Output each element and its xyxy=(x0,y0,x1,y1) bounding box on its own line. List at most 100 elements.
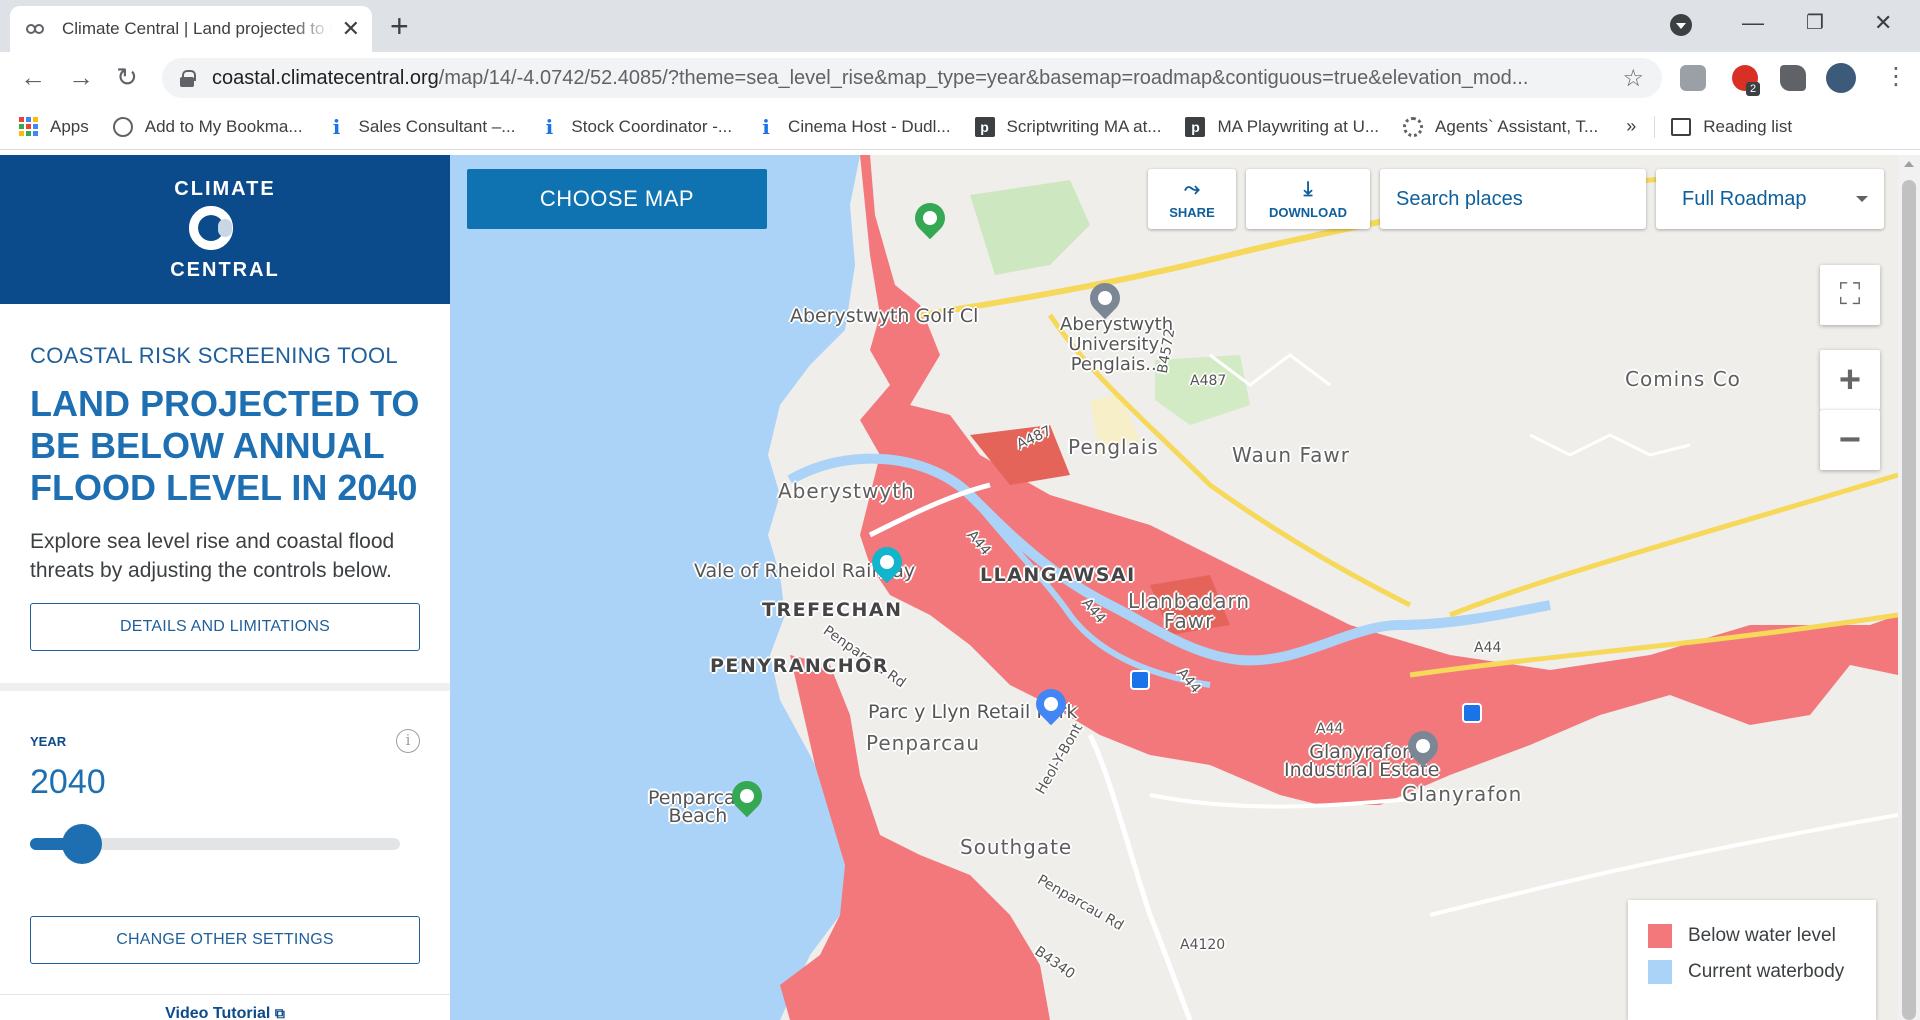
map-label-a44-5: A44 xyxy=(1316,721,1344,737)
page-title: LAND PROJECTED TO BE BELOW ANNUAL FLOOD … xyxy=(30,383,420,508)
bookmark-cinema-host[interactable]: ⅰ Cinema Host - Dudl... xyxy=(756,114,950,139)
browser-tab[interactable]: Climate Central | Land projected to be b… xyxy=(10,6,372,52)
map-label-a4120: A4120 xyxy=(1180,937,1226,953)
reading-list-icon xyxy=(1671,117,1692,136)
url-text[interactable]: coastal.climatecentral.org/map/14/-4.074… xyxy=(212,67,1606,90)
map-label-penglais: Penglais xyxy=(1068,435,1159,459)
basemap-select[interactable]: Full Roadmap xyxy=(1656,169,1884,229)
apps-grid-icon xyxy=(18,116,38,137)
map-label-penparcau: Penparcau xyxy=(866,731,980,755)
map-label-llangawsai: LLANGAWSAI xyxy=(980,564,1136,586)
intro-text: Explore sea level rise and coastal flood… xyxy=(30,530,395,582)
close-window-icon[interactable]: ✕ xyxy=(1874,10,1892,36)
share-icon: ⤳ xyxy=(1184,178,1200,200)
extension-badge: 2 xyxy=(1746,82,1761,96)
tool-label: COASTAL RISK SCREENING TOOL xyxy=(30,343,398,368)
new-tab-button[interactable]: + xyxy=(390,8,409,45)
brand-word-bottom: CENTRAL xyxy=(170,258,280,281)
legend-swatch xyxy=(1648,960,1672,984)
bookmarks-overflow-button[interactable]: » xyxy=(1626,116,1636,137)
logo-rings-icon xyxy=(189,205,261,254)
train-station-icon[interactable] xyxy=(1462,703,1482,723)
info-icon[interactable]: i xyxy=(396,729,420,753)
map-label-comins-coch: Comins Co xyxy=(1625,367,1741,391)
map-basemap xyxy=(450,155,1898,1020)
map-label-glanyrafon: Glanyrafon xyxy=(1402,782,1523,806)
p-icon: p xyxy=(974,116,995,137)
sidebar: CLIMATE CENTRAL COASTAL RISK SCREENING T… xyxy=(0,155,450,1020)
map-legend: Below water level Current waterbody xyxy=(1628,900,1876,1020)
menu-kebab-icon[interactable]: ⋮ xyxy=(1884,62,1908,91)
video-tutorial-link[interactable]: Video Tutorial ⧉ xyxy=(0,1005,450,1020)
bookmarks-bar: Apps Add to My Bookma... ⅰ Sales Consult… xyxy=(0,104,1920,150)
ring-icon xyxy=(1403,116,1424,137)
fullscreen-icon: ⛶ xyxy=(1839,278,1861,311)
tab-close-icon[interactable]: ✕ xyxy=(342,16,360,42)
year-slider[interactable] xyxy=(30,824,400,864)
section-divider xyxy=(0,683,450,691)
minimize-icon[interactable]: — xyxy=(1742,10,1764,36)
reload-icon[interactable]: ↻ xyxy=(116,62,138,93)
bookmark-ma-playwriting[interactable]: p MA Playwriting at U... xyxy=(1185,116,1379,137)
map-canvas[interactable]: Aberystwyth Golf Cl Aberystwyth Universi… xyxy=(450,155,1898,1020)
search-places-input[interactable] xyxy=(1396,187,1661,211)
map-label-trefechan: TREFECHAN xyxy=(762,599,903,621)
map-label-waun-fawr: Waun Fawr xyxy=(1232,443,1350,467)
forward-arrow-icon[interactable]: → xyxy=(68,62,94,93)
bookmark-apps[interactable]: Apps xyxy=(18,117,89,137)
search-places-box[interactable] xyxy=(1380,169,1679,229)
map-label-penyranchor: PENYRANCHOR xyxy=(710,655,889,677)
back-arrow-icon[interactable]: ← xyxy=(20,62,46,93)
tab-title: Climate Central | Land projected to be b… xyxy=(62,19,332,38)
train-station-icon[interactable] xyxy=(1130,670,1150,690)
tab-search-icon[interactable] xyxy=(1670,14,1692,36)
legend-swatch xyxy=(1648,924,1672,948)
bookmark-agents-assistant[interactable]: Agents` Assistant, T... xyxy=(1403,116,1598,137)
map-label-southgate: Southgate xyxy=(960,835,1073,859)
climate-central-logo[interactable]: CLIMATE CENTRAL xyxy=(0,155,450,304)
address-bar[interactable]: coastal.climatecentral.org/map/14/-4.074… xyxy=(162,58,1662,98)
details-and-limitations-button[interactable]: DETAILS AND LIMITATIONS xyxy=(30,603,420,651)
extensions-puzzle-icon[interactable] xyxy=(1780,65,1806,91)
browser-toolbar: ← → ↻ coastal.climatecentral.org/map/14/… xyxy=(0,52,1920,104)
legend-item-below-water: Below water level xyxy=(1648,918,1856,954)
map-label-aberystwyth: Aberystwyth xyxy=(778,479,915,503)
sea-area xyxy=(450,155,860,1020)
profile-avatar[interactable] xyxy=(1826,63,1856,93)
year-header: YEAR i xyxy=(30,729,420,753)
zoom-out-button[interactable]: − xyxy=(1820,410,1880,470)
bookmark-add-to-my-bookmarks[interactable]: Add to My Bookma... xyxy=(112,116,303,137)
year-value: 2040 xyxy=(30,763,106,801)
scroll-up-arrow-icon[interactable] xyxy=(1904,161,1914,167)
restore-icon[interactable]: ❐ xyxy=(1806,10,1824,35)
download-icon: ⤓ xyxy=(1303,178,1313,200)
bookmark-sales-consultant[interactable]: ⅰ Sales Consultant –... xyxy=(327,114,516,139)
bookmark-stock-coordinator[interactable]: ⅰ Stock Coordinator -... xyxy=(539,115,732,139)
download-button[interactable]: ⤓ DOWNLOAD xyxy=(1246,169,1370,229)
choose-map-button[interactable]: CHOOSE MAP xyxy=(467,169,767,229)
info-i-icon: ⅰ xyxy=(332,114,341,139)
bookmark-star-icon[interactable]: ☆ xyxy=(1622,64,1644,93)
climate-central-favicon-icon xyxy=(26,22,48,36)
page-scrollbar[interactable] xyxy=(1898,155,1920,1020)
bookmark-scriptwriting-ma[interactable]: p Scriptwriting MA at... xyxy=(974,116,1161,137)
scrollbar-thumb[interactable] xyxy=(1902,180,1916,1020)
brand-word-top: CLIMATE xyxy=(174,177,276,200)
section-divider xyxy=(0,994,450,995)
reading-list-button[interactable]: Reading list xyxy=(1671,117,1792,137)
chevron-down-icon xyxy=(1856,196,1868,202)
share-button[interactable]: ⤳ SHARE xyxy=(1148,169,1236,229)
map-label-llanbadarn-fawr: Llanbadarn Fawr xyxy=(1128,589,1251,633)
change-other-settings-button[interactable]: CHANGE OTHER SETTINGS xyxy=(30,916,420,964)
extension-icon[interactable] xyxy=(1680,65,1706,91)
map-label-a487-east: A487 xyxy=(1190,373,1227,389)
year-label: YEAR xyxy=(30,733,67,749)
bookmarks-divider xyxy=(1654,115,1656,138)
info-i-icon: ⅰ xyxy=(762,114,770,139)
globe-icon xyxy=(112,116,133,137)
zoom-in-button[interactable]: + xyxy=(1820,350,1880,410)
fullscreen-button[interactable]: ⛶ xyxy=(1820,265,1880,325)
p-icon: p xyxy=(1185,116,1206,137)
external-link-icon: ⧉ xyxy=(274,1005,285,1020)
slider-thumb[interactable] xyxy=(61,824,102,864)
